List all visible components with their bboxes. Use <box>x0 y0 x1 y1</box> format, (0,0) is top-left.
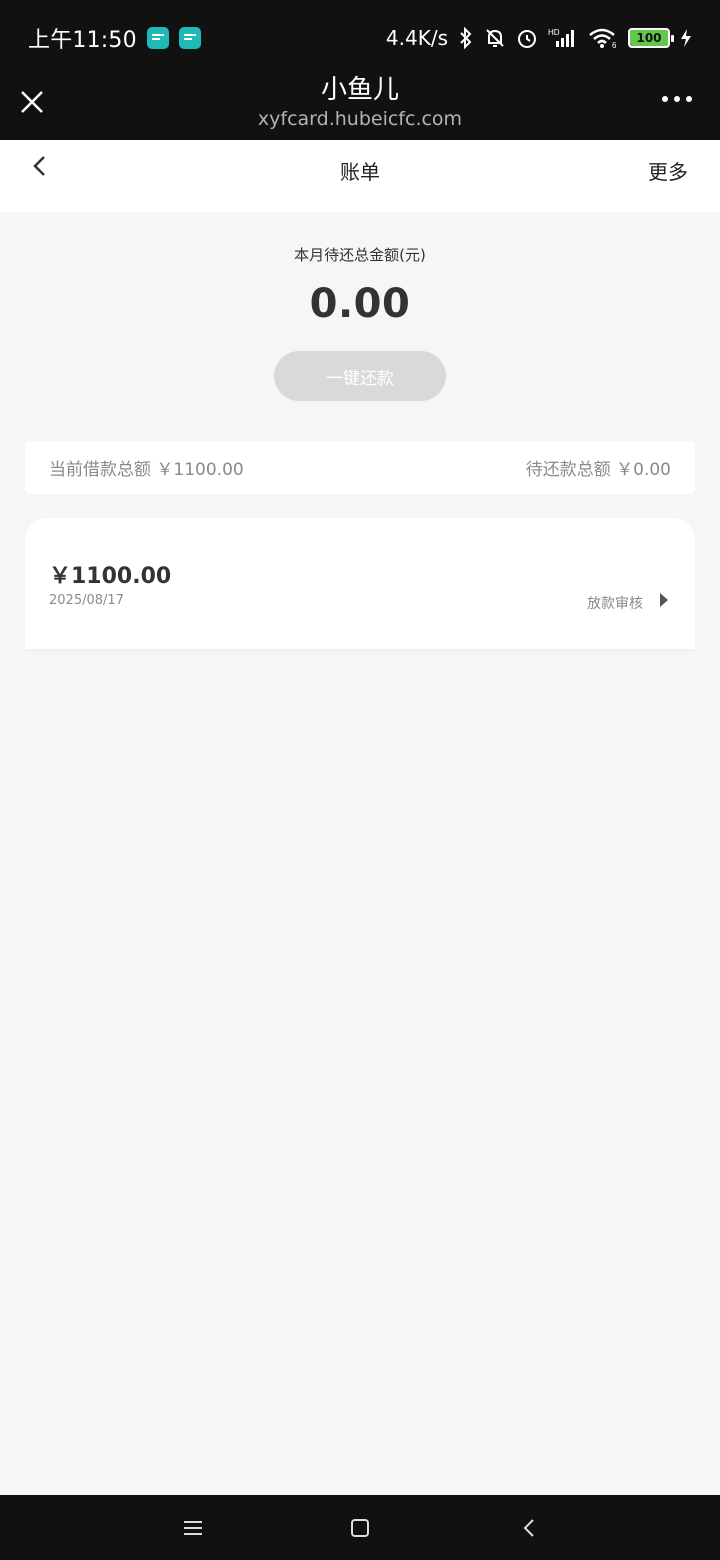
repayment-summary: 本月待还总金额(元) 0.00 <box>0 212 720 327</box>
current-loan-value: ￥1100.00 <box>156 460 244 480</box>
signal-icon: HD <box>548 27 578 49</box>
loan-date: 2025/08/17 <box>49 593 124 608</box>
loan-amount: ￥1100.00 <box>49 564 172 589</box>
page-title: 账单 <box>340 160 380 184</box>
nav-back-icon[interactable] <box>514 1513 544 1543</box>
charging-icon <box>680 28 692 48</box>
menu-icon[interactable] <box>178 1513 208 1543</box>
system-nav-bar <box>0 1495 720 1560</box>
wifi-icon: 6 <box>588 27 618 49</box>
loan-status: 放款审核 <box>587 596 643 612</box>
clock: 上午11:50 <box>28 28 137 53</box>
page-header: 账单 更多 <box>0 140 720 212</box>
current-loan-total: 当前借款总额 ￥1100.00 <box>49 455 244 480</box>
bluetooth-icon <box>458 27 474 49</box>
pending-label: 待还款总额 <box>525 460 611 480</box>
browser-appbar: 小鱼儿 xyfcard.hubeicfc.com <box>0 76 720 140</box>
loan-card[interactable]: ￥1100.00 2025/08/17 放款审核 <box>25 518 695 649</box>
one-click-repay-button[interactable]: 一键还款 <box>274 351 446 401</box>
current-loan-label: 当前借款总额 <box>49 460 151 480</box>
summary-amount: 0.00 <box>309 281 411 327</box>
svg-text:HD: HD <box>548 28 560 37</box>
pending-value: ￥0.00 <box>616 460 671 480</box>
app-url: xyfcard.hubeicfc.com <box>257 108 463 130</box>
app-title: 小鱼儿 <box>320 75 399 105</box>
status-bar: 上午11:50 4.4K/s HD 6 100 <box>0 0 720 76</box>
more-icon[interactable] <box>662 96 692 102</box>
bell-muted-icon <box>484 27 506 49</box>
pending-total: 待还款总额 ￥0.00 <box>526 455 671 480</box>
chevron-right-icon[interactable] <box>657 591 671 609</box>
home-icon[interactable] <box>345 1513 375 1543</box>
battery-icon: 100 <box>628 28 674 48</box>
summary-label: 本月待还总金额(元) <box>294 246 426 264</box>
message-notification-icon <box>178 27 201 49</box>
svg-text:6: 6 <box>612 41 617 49</box>
more-button[interactable]: 更多 <box>648 156 688 185</box>
network-speed: 4.4K/s <box>385 26 448 50</box>
message-notification-icon <box>146 27 169 49</box>
alarm-icon <box>516 27 538 49</box>
totals-bar: 当前借款总额 ￥1100.00 待还款总额 ￥0.00 <box>25 441 695 494</box>
